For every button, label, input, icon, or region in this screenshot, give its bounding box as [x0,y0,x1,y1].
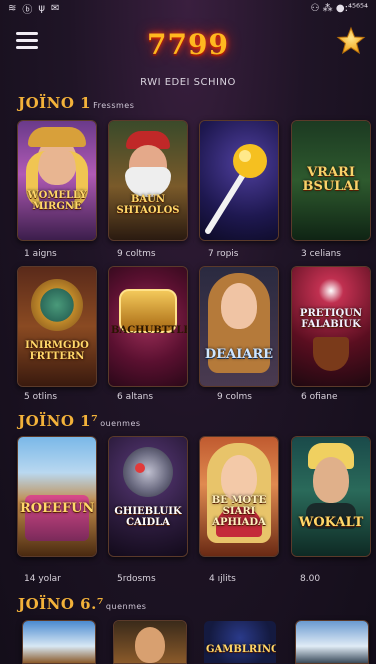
game-card[interactable]: BAUN SHTAOLOS [108,120,188,241]
game-caption: 8.00 [300,574,321,584]
game-caption: 5 otlins [24,392,58,402]
section-title-text: JOÏNO 6.⁷ [18,595,104,613]
game-card[interactable]: DEAIARE [199,266,279,387]
game-caption: 5rdosms [117,574,156,584]
game-title: PRETIQUN FALABIUK [299,308,363,330]
game-caption: 3 celians [301,249,341,259]
game-card[interactable] [113,620,187,664]
game-title: DEAIARE [204,347,274,362]
status-glyph: ψ [38,2,45,14]
section-title: JOÏNO 6.⁷ quenmes [18,595,146,613]
game-card[interactable]: WOMELLY MIRGNE [17,120,97,241]
game-card[interactable]: INIRMGDO FRTTERN [17,266,97,387]
status-bar: ≋ ⓑ ψ ✉ ⚇ ⁂ ●:⁴⁵⁶⁵⁴ [0,0,376,16]
section-subtitle: quenmes [105,602,147,611]
section-title-text: JOÏNO 1 [18,94,92,112]
game-card[interactable]: GAMBLRINOC [203,620,277,664]
game-card[interactable] [22,620,96,664]
status-glyph: ≋ [8,2,17,14]
casino-subtitle: RWI EDEI SCHINO [140,77,236,88]
game-title: BAUN SHTAOLOS [116,194,180,216]
section-subtitle: Fressmes [93,101,135,110]
app-header: 7799 [0,22,376,62]
game-card[interactable]: GHIEBLUIK CAIDLA [108,436,188,557]
game-title: INIRMGDO FRTTERN [25,340,89,362]
status-right: ⚇ ⁂ ●:⁴⁵⁶⁵⁴ [310,2,368,14]
game-title: WOMELLY MIRGNE [27,190,87,212]
game-title: ROEEFUN [20,501,95,516]
game-title: GAMBLRINOC [206,644,276,655]
game-caption: 9 coltms [117,249,156,259]
game-title: BE MOTE SIARI APHIADA [211,495,267,528]
lollipop-art [205,144,267,234]
game-caption: 6 altans [117,392,154,402]
game-title: BACHUBTTLE [111,325,188,336]
status-glyph: ⓑ [22,4,33,16]
game-title: VRARI BSULAI [302,165,360,194]
section-title-text: JOÏNO 1⁷ [18,412,99,430]
game-caption: 7 ropis [208,249,239,259]
game-title: WOKALT [298,515,364,530]
game-title: GHIEBLUIK CAIDLA [114,506,182,528]
game-caption: 14 yolar [24,574,61,584]
game-caption: 1 aigns [24,249,57,259]
game-card[interactable]: BE MOTE SIARI APHIADA [199,436,279,557]
game-card[interactable] [295,620,369,664]
section-subtitle: ouenmes [100,419,141,428]
section-title: JOÏNO 1 Fressmes [18,94,134,112]
game-card[interactable]: WOKALT [291,436,371,557]
game-card[interactable]: PRETIQUN FALABIUK [291,266,371,387]
game-caption: 4 ıjlits [209,574,236,584]
status-left: ≋ ⓑ ψ ✉ [8,1,59,16]
game-card[interactable]: BACHUBTTLE [108,266,188,387]
star-icon[interactable] [336,26,366,56]
game-caption: 6 ofiane [301,392,338,402]
game-card[interactable] [199,120,279,241]
game-caption: 9 colms [217,392,252,402]
section-title: JOÏNO 1⁷ ouenmes [18,412,141,430]
game-card[interactable]: ROEEFUN [17,436,97,557]
wifi-icon: ✉ [51,2,60,14]
game-card[interactable]: VRARI BSULAI [291,120,371,241]
app-logo: 7799 [147,28,229,61]
